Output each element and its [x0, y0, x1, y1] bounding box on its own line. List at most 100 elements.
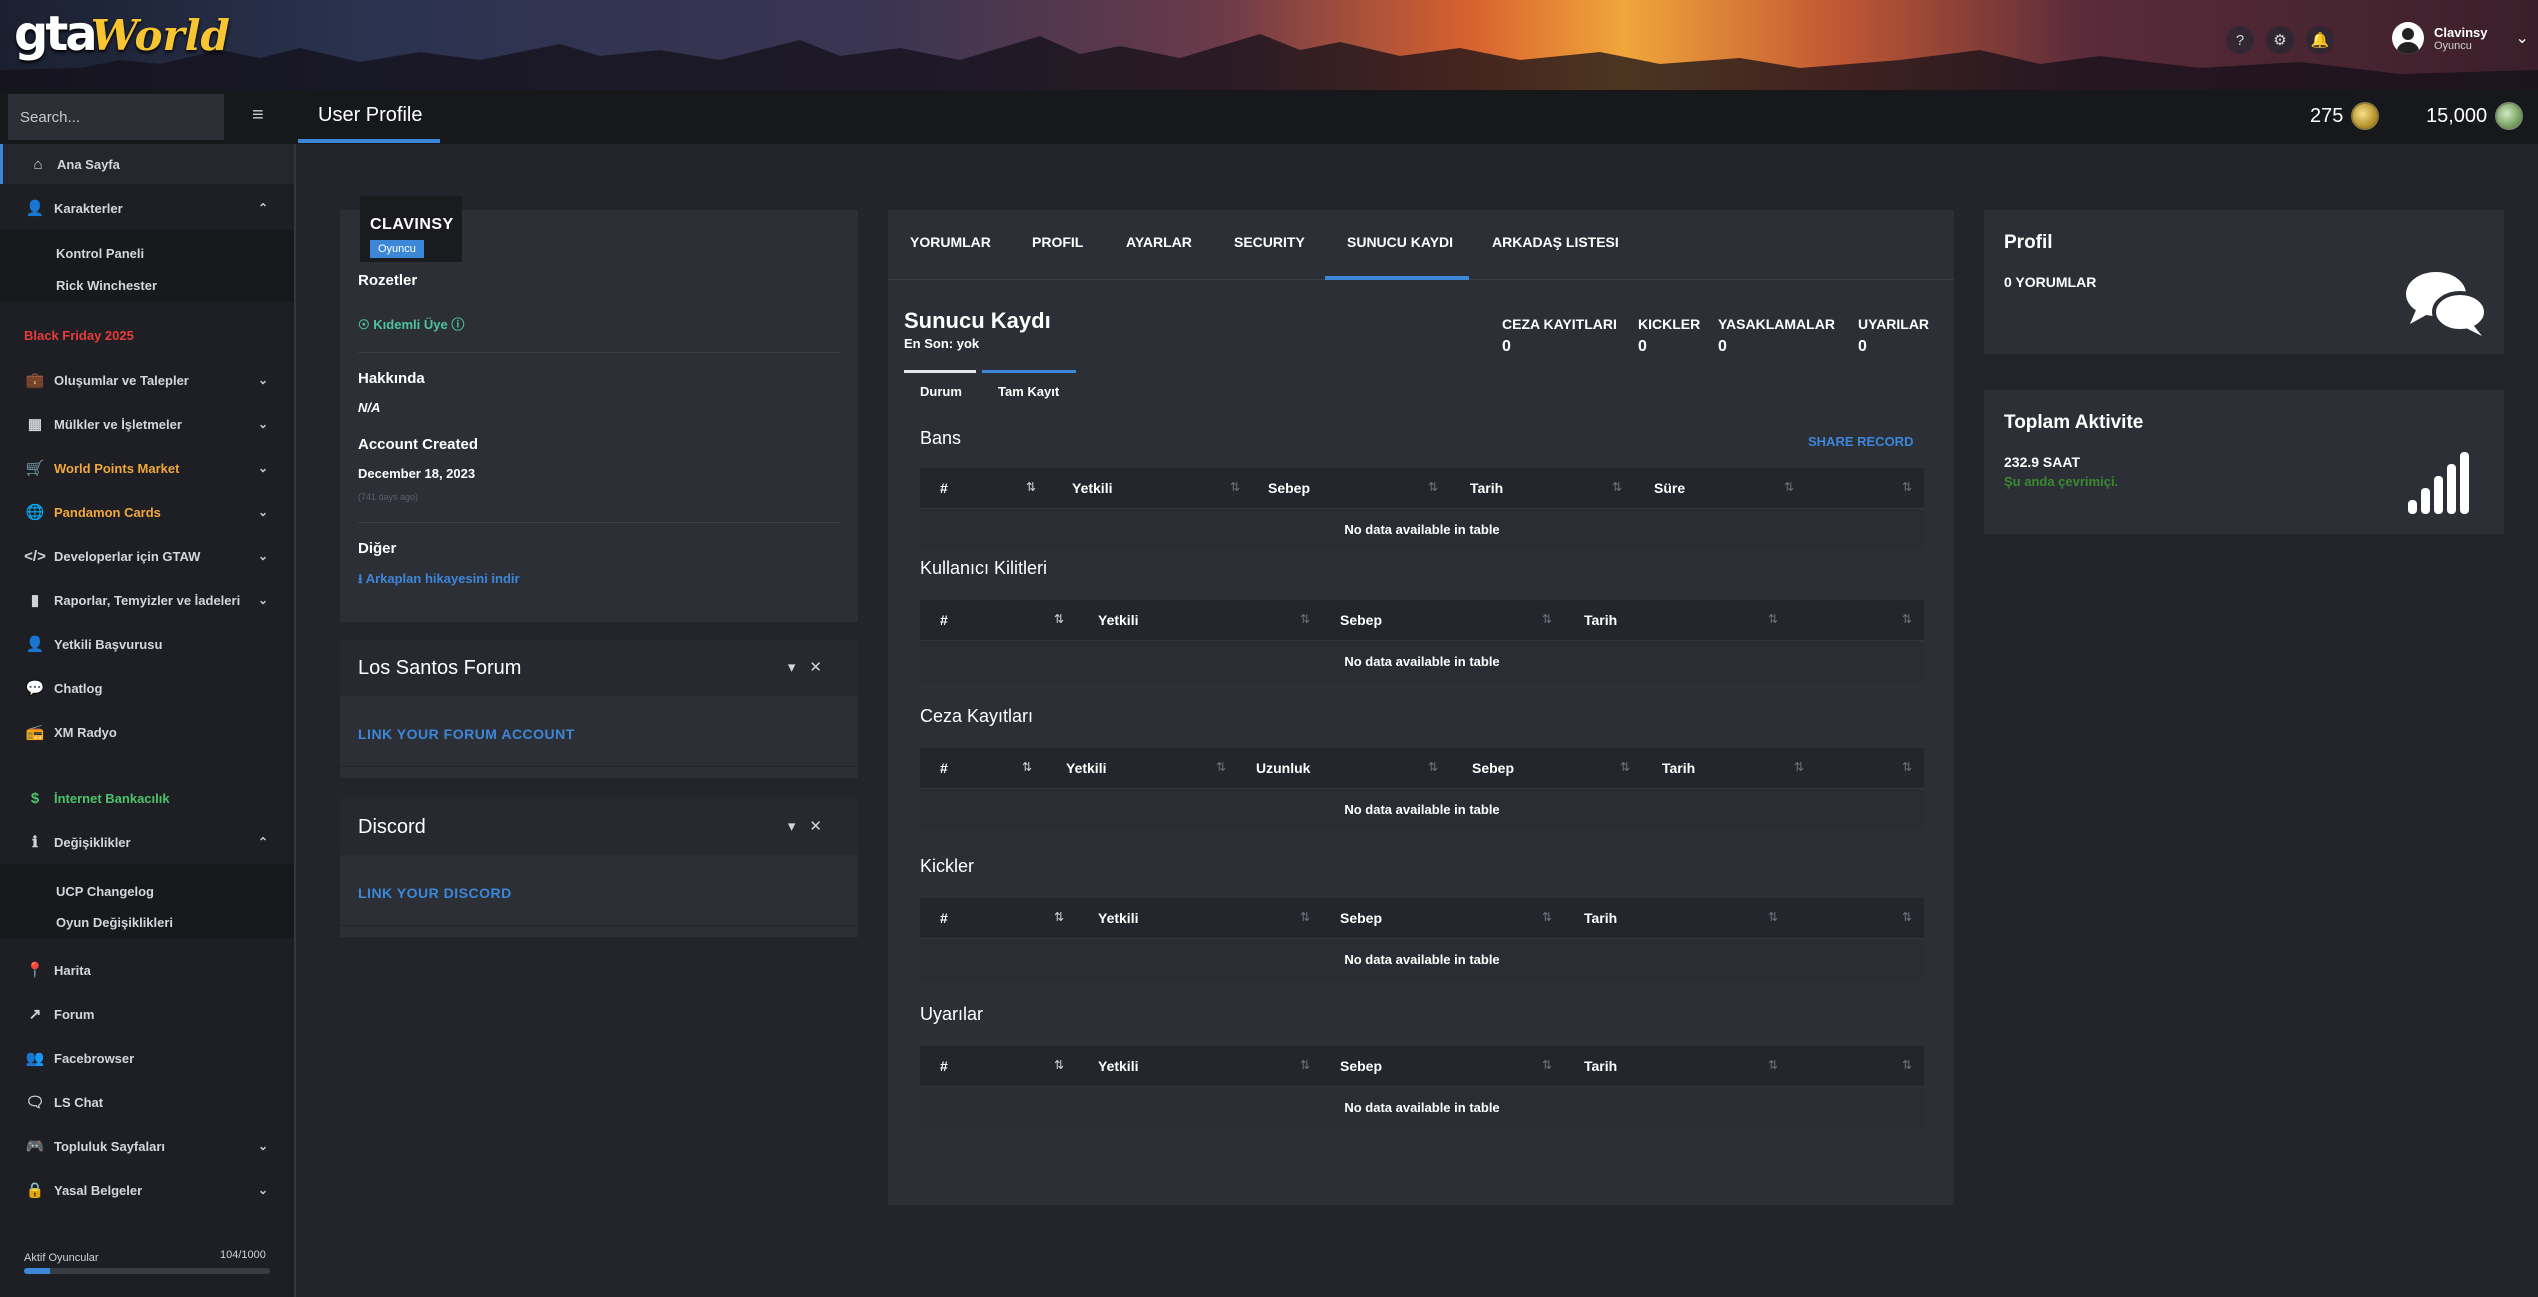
sort-icon[interactable]: ⇅: [1054, 910, 1064, 924]
sort-icon[interactable]: ⇅: [1542, 1058, 1552, 1072]
column-header[interactable]: Sebep: [1340, 910, 1382, 926]
sidebar-item-raporlar[interactable]: ▮ Raporlar, Temyizler ve İadeleri ⌄: [0, 580, 294, 620]
column-header[interactable]: Sebep: [1340, 612, 1382, 628]
link-forum-account-button[interactable]: LINK YOUR FORUM ACCOUNT: [358, 726, 575, 742]
column-header[interactable]: Sebep: [1472, 760, 1514, 776]
column-header[interactable]: Tarih: [1662, 760, 1695, 776]
column-header[interactable]: Uzunluk: [1256, 760, 1310, 776]
online-players-bar-fill: [24, 1268, 50, 1274]
column-header[interactable]: #: [940, 480, 948, 496]
user-menu[interactable]: Clavinsy Oyuncu ⌄: [2392, 22, 2529, 54]
column-header[interactable]: Yetkili: [1098, 1058, 1138, 1074]
column-header[interactable]: Yetkili: [1098, 612, 1138, 628]
sort-icon[interactable]: ⇅: [1300, 612, 1310, 626]
tab-sunucu-kaydi[interactable]: SUNUCU KAYDI: [1347, 234, 1453, 250]
tab-ayarlar[interactable]: AYARLAR: [1126, 234, 1192, 250]
gtaw-logo[interactable]: gta World: [14, 6, 230, 62]
sidebar-item-chatlog[interactable]: 💬 Chatlog: [0, 668, 294, 708]
sort-icon[interactable]: ⇅: [1902, 480, 1912, 494]
share-record-button[interactable]: SHARE RECORD: [1808, 434, 1913, 449]
column-header[interactable]: Sebep: [1340, 1058, 1382, 1074]
column-header[interactable]: Yetkili: [1098, 910, 1138, 926]
subtab-durum[interactable]: Durum: [920, 384, 962, 399]
sort-icon[interactable]: ⇅: [1026, 480, 1036, 494]
column-header[interactable]: Süre: [1654, 480, 1685, 496]
sort-icon[interactable]: ⇅: [1216, 760, 1226, 774]
tab-security[interactable]: SECURITY: [1234, 234, 1305, 250]
column-header[interactable]: #: [940, 910, 948, 926]
sidebar-item-harita[interactable]: 📍 Harita: [0, 950, 294, 990]
sort-icon[interactable]: ⇅: [1902, 612, 1912, 626]
sidebar-subitem-rick-winchester[interactable]: Rick Winchester: [56, 278, 157, 293]
money[interactable]: 15,000: [2426, 102, 2524, 130]
sidebar-subitem-oyun-degisiklikleri[interactable]: Oyun Değişiklikleri: [56, 915, 173, 930]
sidebar-item-world-points-market[interactable]: 🛒 World Points Market ⌄: [0, 448, 294, 488]
column-header[interactable]: Yetkili: [1072, 480, 1112, 496]
sidebar-item-yetkili-basvurusu[interactable]: 👤 Yetkili Başvurusu: [0, 624, 294, 664]
caret-down-icon[interactable]: ▾: [788, 818, 810, 835]
sidebar-item-developerlar[interactable]: </> Developerlar için GTAW ⌄: [0, 536, 294, 576]
sort-icon[interactable]: ⇅: [1542, 612, 1552, 626]
bell-icon[interactable]: 🔔: [2306, 26, 2334, 54]
subtab-tam-kayit[interactable]: Tam Kayıt: [998, 384, 1059, 399]
menu-toggle-icon[interactable]: ≡: [252, 104, 264, 127]
sidebar-item-xm-radyo[interactable]: 📻 XM Radyo: [0, 712, 294, 752]
search-input[interactable]: [8, 94, 224, 140]
sort-icon[interactable]: ⇅: [1300, 910, 1310, 924]
tab-profil[interactable]: PROFIL: [1032, 234, 1083, 250]
column-header[interactable]: Tarih: [1584, 612, 1617, 628]
sidebar-item-forum[interactable]: ↗ Forum: [0, 994, 294, 1034]
tab-arkadas-listesi[interactable]: ARKADAŞ LISTESI: [1492, 234, 1619, 250]
sidebar-promo-black-friday[interactable]: Black Friday 2025: [24, 328, 134, 343]
sort-icon[interactable]: ⇅: [1022, 760, 1032, 774]
sort-icon[interactable]: ⇅: [1230, 480, 1240, 494]
sidebar-item-internet-bankacilik[interactable]: $ İnternet Bankacılık: [0, 778, 294, 818]
column-header[interactable]: #: [940, 760, 948, 776]
sort-icon[interactable]: ⇅: [1428, 480, 1438, 494]
column-header[interactable]: Yetkili: [1066, 760, 1106, 776]
sort-icon[interactable]: ⇅: [1902, 760, 1912, 774]
sidebar-item-topluluk-sayfalari[interactable]: 🎮 Topluluk Sayfaları ⌄: [0, 1126, 294, 1166]
column-header[interactable]: #: [940, 1058, 948, 1074]
sidebar-subitem-kontrol-paneli[interactable]: Kontrol Paneli: [56, 246, 144, 261]
sidebar-item-ana-sayfa[interactable]: ⌂ Ana Sayfa: [0, 144, 294, 184]
sidebar-subitem-ucp-changelog[interactable]: UCP Changelog: [56, 884, 154, 899]
column-header[interactable]: Tarih: [1470, 480, 1503, 496]
sidebar-item-olusumlar[interactable]: 💼 Oluşumlar ve Talepler ⌄: [0, 360, 294, 400]
sidebar-item-ls-chat[interactable]: 🗨 LS Chat: [0, 1082, 294, 1122]
sidebar-item-karakterler[interactable]: 👤 Karakterler ⌃: [0, 188, 294, 228]
sort-icon[interactable]: ⇅: [1768, 910, 1778, 924]
sort-icon[interactable]: ⇅: [1300, 1058, 1310, 1072]
sort-icon[interactable]: ⇅: [1612, 480, 1622, 494]
close-icon[interactable]: ✕: [809, 659, 836, 676]
close-icon[interactable]: ✕: [809, 818, 836, 835]
tab-yorumlar[interactable]: YORUMLAR: [910, 234, 991, 250]
sidebar-item-pandamon-cards[interactable]: 🌐 Pandamon Cards ⌄: [0, 492, 294, 532]
column-header[interactable]: Sebep: [1268, 480, 1310, 496]
settings-gear-icon[interactable]: ⚙: [2266, 26, 2294, 54]
sort-icon[interactable]: ⇅: [1542, 910, 1552, 924]
column-header[interactable]: #: [940, 612, 948, 628]
badge-kidemli-uye[interactable]: ☉ Kıdemli Üye ⓘ: [358, 314, 464, 333]
sort-icon[interactable]: ⇅: [1902, 1058, 1912, 1072]
sort-icon[interactable]: ⇅: [1768, 1058, 1778, 1072]
link-discord-button[interactable]: LINK YOUR DISCORD: [358, 885, 512, 901]
column-header[interactable]: Tarih: [1584, 1058, 1617, 1074]
help-icon[interactable]: ?: [2226, 26, 2254, 54]
sort-icon[interactable]: ⇅: [1054, 612, 1064, 626]
download-backstory-link[interactable]: ⭳ Arkaplan hikayesini indir: [358, 570, 520, 592]
sidebar-item-degisiklikler[interactable]: ℹ Değişiklikler ⌃: [0, 822, 294, 862]
sort-icon[interactable]: ⇅: [1794, 760, 1804, 774]
sidebar-item-yasal-belgeler[interactable]: 🔒 Yasal Belgeler ⌄: [0, 1170, 294, 1210]
column-header[interactable]: Tarih: [1584, 910, 1617, 926]
sort-icon[interactable]: ⇅: [1054, 1058, 1064, 1072]
sort-icon[interactable]: ⇅: [1768, 612, 1778, 626]
caret-down-icon[interactable]: ▾: [788, 659, 810, 676]
sort-icon[interactable]: ⇅: [1902, 910, 1912, 924]
sidebar-item-mulkler[interactable]: ▦ Mülkler ve İşletmeler ⌄: [0, 404, 294, 444]
sort-icon[interactable]: ⇅: [1428, 760, 1438, 774]
sort-icon[interactable]: ⇅: [1784, 480, 1794, 494]
world-points[interactable]: 275: [2310, 102, 2380, 130]
sidebar-item-facebrowser[interactable]: 👥 Facebrowser: [0, 1038, 294, 1078]
sort-icon[interactable]: ⇅: [1620, 760, 1630, 774]
